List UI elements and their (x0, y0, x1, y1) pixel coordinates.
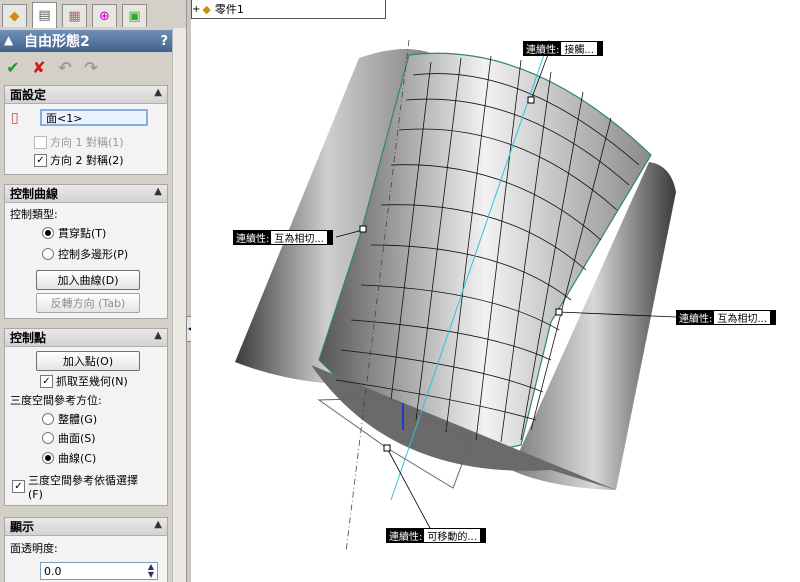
expand-toggle[interactable]: + (192, 4, 200, 15)
collapse-chevron-icon[interactable]: ▲ (154, 519, 162, 530)
flip-direction-button[interactable]: 反轉方向 (Tab) (36, 293, 140, 313)
tab-configuration-manager[interactable]: ▦ (62, 4, 87, 27)
face-selection-field[interactable]: 面<1> (40, 109, 148, 126)
global-orientation-option[interactable]: 整體(G) (42, 411, 97, 427)
snap-to-geometry-option[interactable]: ✓ 抓取至幾何(N) (40, 373, 128, 389)
freeform-feature-icon: ▲ (4, 33, 14, 47)
collapse-chevron-icon[interactable]: ▲ (154, 87, 162, 98)
curve-orientation-option[interactable]: 曲線(C) (42, 450, 96, 466)
tab-dimxpert-manager[interactable]: ⊕ (92, 4, 117, 27)
callout-key: 連續性: (387, 529, 425, 543)
dir1-symmetry-option[interactable]: 方向 1 對稱(1) (34, 134, 124, 150)
feature-tree-flyout: + ◆ 零件1 (191, 0, 386, 19)
action-buttons: ✔ ✘ ↶ ↷ (4, 56, 100, 78)
group-title: 控制曲線 (10, 187, 59, 201)
property-manager-panel: ◆ ▤ ▦ ⊕ ▣ ▲ 自由形態2 ? ✔ ✘ ↶ ↷ 面設定 ▲ ▯ 面<1>… (0, 0, 186, 582)
snap-to-geometry-label: 抓取至幾何(N) (56, 375, 128, 388)
display-manager-icon: ▣ (128, 8, 141, 24)
callout-value[interactable]: 可移動的... (424, 529, 480, 543)
help-button[interactable]: ? (160, 34, 168, 49)
part-icon: ◆ (202, 2, 211, 16)
feature-title: 自由形態2 (24, 34, 90, 50)
dir2-symmetry-label: 方向 2 對稱(2) (50, 154, 124, 167)
callout-right[interactable]: 連續性: 互為相切... (676, 310, 776, 325)
callout-value[interactable]: 接觸... (561, 42, 597, 56)
callout-end (596, 42, 602, 55)
model-view-svg[interactable] (191, 0, 800, 582)
control-polygon-radio[interactable] (42, 248, 54, 260)
control-curves-header[interactable]: 控制曲線 ▲ (5, 185, 167, 203)
group-title: 面設定 (10, 88, 47, 102)
panel-scrollbar[interactable] (172, 28, 186, 582)
feature-tree-icon: ◆ (9, 8, 20, 24)
callout-top[interactable]: 連續性: 接觸... (523, 41, 603, 56)
spin-arrows-icon[interactable]: ▲ ▼ (145, 563, 157, 579)
transparency-spinbox[interactable]: 0.0 ▲ ▼ (40, 562, 158, 580)
callout-end (479, 529, 485, 542)
callout-left[interactable]: 連續性: 互為相切... (233, 230, 333, 245)
callout-key: 連續性: (524, 42, 562, 56)
surface-orientation-option[interactable]: 曲面(S) (42, 430, 96, 446)
snap-to-geometry-checkbox[interactable]: ✓ (40, 374, 53, 388)
undo-icon[interactable]: ↶ (56, 58, 74, 77)
group-title: 顯示 (10, 520, 35, 534)
triad-follows-selection-label: 三度空間參考依循選擇 (28, 474, 138, 487)
through-points-option[interactable]: 貫穿點(T) (42, 225, 106, 241)
add-point-button[interactable]: 加入點(O) (36, 351, 140, 371)
surface-orientation-label: 曲面(S) (58, 432, 96, 445)
cancel-x-icon[interactable]: ✘ (30, 58, 48, 77)
callout-value[interactable]: 互為相切... (714, 311, 770, 325)
feature-title-bar: ▲ 自由形態2 ? (0, 30, 172, 52)
face-select-icon: ▯ (11, 110, 19, 126)
add-curve-button[interactable]: 加入曲線(D) (36, 270, 140, 290)
tab-display-manager[interactable]: ▣ (122, 4, 147, 27)
crosshair-icon: ⊕ (99, 8, 110, 24)
callout-key: 連續性: (234, 231, 272, 245)
face-transparency-label: 面透明度: (10, 542, 58, 555)
control-polygon-option[interactable]: 控制多邊形(P) (42, 246, 128, 262)
curve-orientation-radio[interactable] (42, 452, 54, 464)
dir2-symmetry-checkbox[interactable]: ✓ (34, 153, 47, 167)
dir2-symmetry-option[interactable]: ✓ 方向 2 對稱(2) (34, 152, 124, 168)
collapse-chevron-icon[interactable]: ▲ (154, 186, 162, 197)
triad-follows-selection-hotkey: (F) (28, 488, 43, 501)
callout-bottom[interactable]: 連續性: 可移動的... (386, 528, 486, 543)
graphics-viewport[interactable]: + ◆ 零件1 連續性: 接觸... 連續性: 互為相切... 連續性: 互為相… (191, 0, 800, 582)
redo-icon[interactable]: ↷ (82, 58, 100, 77)
collapse-chevron-icon[interactable]: ▲ (154, 330, 162, 341)
group-title: 控制點 (10, 331, 47, 345)
manager-tabs: ◆ ▤ ▦ ⊕ ▣ (2, 2, 172, 28)
dir1-symmetry-checkbox[interactable] (34, 135, 47, 149)
triad-follows-selection-text: 三度空間參考依循選擇 (F) (28, 474, 138, 502)
callout-end (769, 311, 775, 324)
callout-value[interactable]: 互為相切... (271, 231, 327, 245)
dir1-symmetry-label: 方向 1 對稱(1) (50, 136, 124, 149)
control-points-header[interactable]: 控制點 ▲ (5, 329, 167, 347)
tab-feature-manager[interactable]: ◆ (2, 4, 27, 27)
control-type-label: 控制類型: (10, 208, 58, 221)
through-points-label: 貫穿點(T) (58, 227, 107, 240)
triad-follows-selection-checkbox[interactable]: ✓ (12, 480, 25, 493)
display-header[interactable]: 顯示 ▲ (5, 518, 167, 536)
triad-orientation-label: 三度空間參考方位: (10, 394, 102, 407)
ok-check-icon[interactable]: ✔ (4, 58, 22, 77)
global-orientation-radio[interactable] (42, 413, 54, 425)
curve-orientation-label: 曲線(C) (58, 452, 97, 465)
triad-follows-selection-option[interactable]: ✓ 三度空間參考依循選擇 (F) (12, 474, 138, 502)
global-orientation-label: 整體(G) (58, 413, 98, 426)
tab-property-manager[interactable]: ▤ (32, 2, 57, 28)
control-polygon-label: 控制多邊形(P) (58, 248, 129, 261)
part-node-label[interactable]: 零件1 (215, 1, 244, 17)
property-sheet-icon: ▤ (38, 8, 51, 23)
configuration-icon: ▦ (68, 8, 81, 24)
transparency-value: 0.0 (44, 564, 62, 578)
surface-orientation-radio[interactable] (42, 432, 54, 444)
callout-key: 連續性: (677, 311, 715, 325)
callout-end (326, 231, 332, 244)
face-settings-header[interactable]: 面設定 ▲ (5, 86, 167, 104)
through-points-radio[interactable] (42, 227, 54, 239)
